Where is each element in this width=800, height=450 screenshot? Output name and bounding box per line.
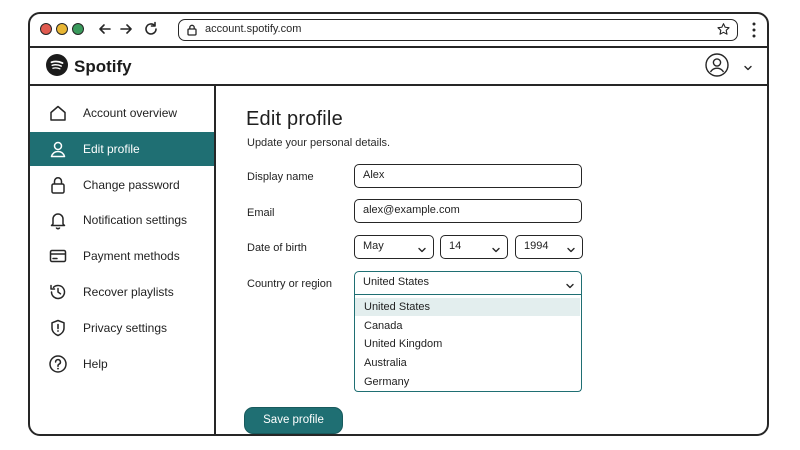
chevron-down-icon	[566, 242, 576, 253]
chevron-down-icon	[565, 278, 575, 289]
chevron-down-icon	[491, 242, 501, 253]
birth-day-value: 14	[449, 240, 462, 252]
close-window-button[interactable]	[40, 23, 52, 35]
email-field[interactable]: alex@example.com	[354, 199, 582, 223]
browser-menu-icon[interactable]	[749, 21, 759, 39]
sidebar-item-label: Recover playlists	[83, 285, 174, 299]
sidebar-item-privacy-settings[interactable]: Privacy settings	[30, 311, 214, 345]
sidebar-item-recover-playlists[interactable]: Recover playlists	[30, 275, 214, 309]
sidebar-item-account-overview[interactable]: Account overview	[30, 96, 214, 130]
sidebar-item-label: Change password	[83, 178, 180, 192]
sidebar-item-payment-methods[interactable]: Payment methods	[30, 239, 214, 273]
dropdown-option[interactable]: Australia	[355, 354, 580, 372]
sidebar: Account overview Edit profile Change pas…	[30, 86, 216, 434]
history-icon	[48, 282, 68, 302]
lock-icon	[48, 175, 68, 195]
birth-year-value: 1994	[524, 240, 549, 252]
sidebar-item-label: Notification settings	[83, 213, 188, 227]
bell-icon	[48, 210, 68, 230]
reload-icon[interactable]	[142, 20, 160, 38]
display-name-label: Display name	[247, 171, 314, 183]
spotify-logo-icon[interactable]	[46, 54, 68, 76]
birth-month-value: May	[363, 240, 384, 252]
page-subtitle: Update your personal details.	[247, 137, 391, 149]
dropdown-option[interactable]: United Kingdom	[355, 335, 580, 353]
user-icon	[48, 139, 68, 159]
email-label: Email	[247, 207, 275, 219]
minimize-window-button[interactable]	[56, 23, 68, 35]
browser-toolbar: account.spotify.com	[30, 14, 767, 48]
sidebar-item-help[interactable]: Help	[30, 347, 214, 381]
birth-month-select[interactable]: May	[354, 235, 434, 259]
sidebar-item-label: Help	[83, 357, 108, 371]
sidebar-item-edit-profile[interactable]: Edit profile	[30, 132, 214, 166]
dropdown-option[interactable]: Germany	[355, 373, 580, 391]
dropdown-option[interactable]: Canada	[355, 317, 580, 335]
browser-window: account.spotify.com Spotify Account over…	[28, 12, 769, 436]
address-bar[interactable]: account.spotify.com	[178, 19, 738, 41]
date-of-birth-label: Date of birth	[247, 242, 307, 254]
url-text: account.spotify.com	[205, 23, 302, 35]
bookmark-star-icon[interactable]	[716, 22, 731, 37]
save-profile-button[interactable]: Save profile	[244, 407, 343, 434]
display-name-field[interactable]: Alex	[354, 164, 582, 188]
sidebar-item-label: Privacy settings	[83, 321, 168, 335]
maximize-window-button[interactable]	[72, 23, 84, 35]
app-header: Spotify	[30, 48, 767, 86]
user-avatar-icon[interactable]	[705, 53, 729, 77]
country-label: Country or region	[247, 278, 332, 290]
home-icon	[48, 103, 68, 123]
country-value: United States	[363, 276, 430, 288]
dropdown-option[interactable]: United States	[355, 298, 580, 316]
country-dropdown-list: United States Canada United Kingdom Aust…	[354, 295, 582, 392]
country-select[interactable]: United States	[354, 271, 582, 295]
main-content: Edit profile Update your personal detail…	[216, 86, 767, 434]
back-arrow-icon[interactable]	[96, 20, 114, 38]
shield-icon	[48, 318, 68, 338]
sidebar-item-notification-settings[interactable]: Notification settings	[30, 203, 214, 237]
brand-name: Spotify	[74, 57, 132, 76]
sidebar-item-label: Account overview	[83, 106, 178, 120]
help-icon	[48, 354, 68, 374]
birth-year-select[interactable]: 1994	[515, 235, 583, 259]
sidebar-item-label: Payment methods	[83, 249, 180, 263]
chevron-down-icon	[417, 242, 427, 253]
sidebar-item-label: Edit profile	[83, 142, 140, 156]
sidebar-item-change-password[interactable]: Change password	[30, 168, 214, 202]
birth-day-select[interactable]: 14	[440, 235, 508, 259]
page-title: Edit profile	[246, 108, 343, 130]
forward-arrow-icon[interactable]	[117, 20, 135, 38]
lock-icon	[185, 23, 199, 37]
credit-card-icon	[48, 246, 68, 266]
chevron-down-icon[interactable]	[743, 60, 753, 71]
